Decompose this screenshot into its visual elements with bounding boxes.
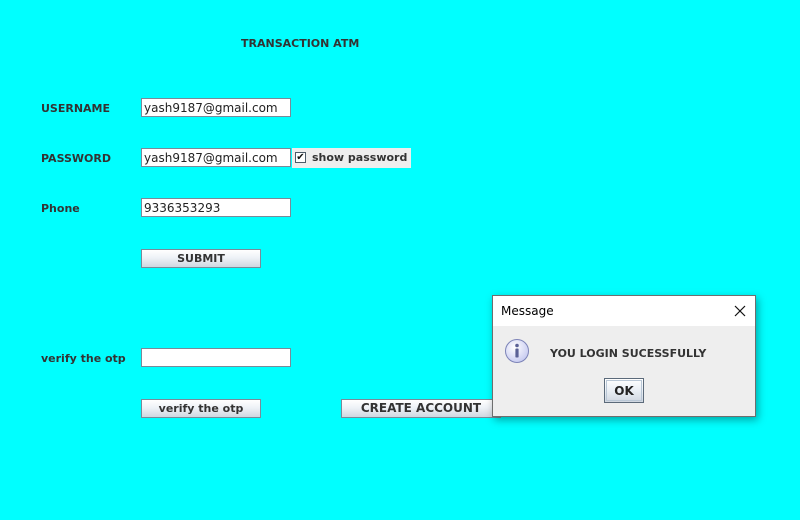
dialog-titlebar[interactable]: Message [493,296,755,326]
dialog-message: YOU LOGIN SUCESSFULLY [550,347,707,360]
app-window: TRANSACTION ATM USERNAME PASSWORD ✔ show… [0,0,800,520]
username-label: USERNAME [41,102,111,115]
otp-label: verify the otp [41,352,126,365]
phone-label: Phone [41,202,80,215]
message-dialog: Message YOU LOGIN SUCESSFULLY OK [492,295,756,417]
otp-field[interactable] [141,348,291,367]
create-account-button[interactable]: CREATE ACCOUNT [341,399,501,418]
checkmark-icon: ✔ [295,152,306,163]
dialog-title: Message [501,304,554,318]
page-title: TRANSACTION ATM [241,37,360,50]
close-icon[interactable] [729,300,751,322]
ok-button[interactable]: OK [604,378,644,403]
submit-button[interactable]: SUBMIT [141,249,261,268]
phone-field[interactable] [141,198,291,217]
info-icon [504,338,530,364]
password-label: PASSWORD [41,152,112,165]
password-field[interactable] [141,148,291,167]
verify-otp-button[interactable]: verify the otp [141,399,261,418]
show-password-label: show password [312,151,408,164]
username-field[interactable] [141,98,291,117]
show-password-checkbox[interactable]: ✔ show password [292,148,411,168]
